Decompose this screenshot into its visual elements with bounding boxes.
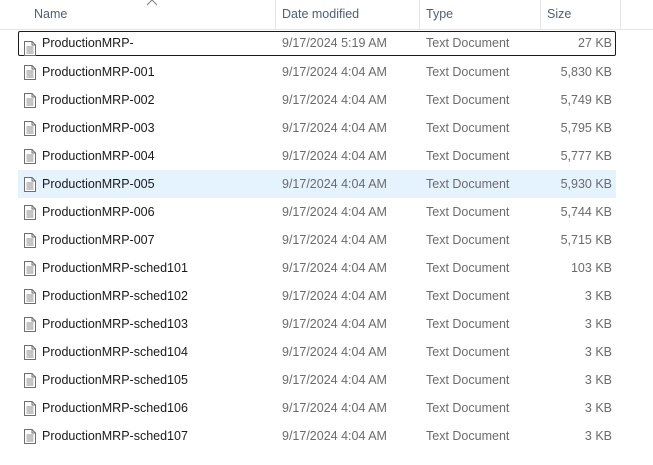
file-row[interactable]: ProductionMRP-004 9/17/2024 4:04 AM Text… (0, 142, 653, 170)
file-date-modified: 9/17/2024 4:04 AM (282, 205, 387, 219)
text-document-icon (24, 345, 36, 360)
file-list: ProductionMRP- 9/17/2024 5:19 AM Text Do… (0, 30, 653, 450)
file-row[interactable]: ProductionMRP- 9/17/2024 5:19 AM Text Do… (18, 31, 616, 56)
file-type: Text Document (426, 149, 510, 163)
file-size: 5,749 KB (560, 93, 612, 107)
file-size: 5,777 KB (560, 149, 612, 163)
file-explorer-details-view: Name Date modified Type Size ProductionM… (0, 0, 653, 465)
text-document-icon (24, 121, 36, 136)
file-name: ProductionMRP-sched106 (42, 401, 188, 415)
file-type: Text Document (426, 373, 510, 387)
file-date-modified: 9/17/2024 4:04 AM (282, 289, 387, 303)
text-document-icon (24, 401, 36, 416)
file-row[interactable]: ProductionMRP-sched101 9/17/2024 4:04 AM… (0, 254, 653, 282)
file-date-modified: 9/17/2024 4:04 AM (282, 65, 387, 79)
file-row[interactable]: ProductionMRP-002 9/17/2024 4:04 AM Text… (0, 86, 653, 114)
file-size: 5,830 KB (560, 65, 612, 79)
file-row[interactable]: ProductionMRP-sched105 9/17/2024 4:04 AM… (0, 366, 653, 394)
file-type: Text Document (426, 177, 510, 191)
file-date-modified: 9/17/2024 4:04 AM (282, 177, 387, 191)
file-name: ProductionMRP-002 (42, 93, 155, 107)
file-size: 3 KB (584, 373, 612, 387)
text-document-icon (24, 205, 36, 220)
file-name: ProductionMRP-sched103 (42, 317, 188, 331)
file-name: ProductionMRP-sched107 (42, 429, 188, 443)
file-size: 3 KB (584, 401, 612, 415)
file-row[interactable]: ProductionMRP-sched106 9/17/2024 4:04 AM… (0, 394, 653, 422)
file-type: Text Document (426, 93, 510, 107)
text-document-icon (24, 429, 36, 444)
file-date-modified: 9/17/2024 4:04 AM (282, 149, 387, 163)
file-size: 3 KB (584, 289, 612, 303)
text-document-icon (24, 177, 36, 192)
text-document-icon (24, 149, 36, 164)
file-date-modified: 9/17/2024 4:04 AM (282, 93, 387, 107)
file-name: ProductionMRP-sched102 (42, 289, 188, 303)
text-document-icon (24, 373, 36, 388)
file-name: ProductionMRP-sched101 (42, 261, 188, 275)
file-type: Text Document (426, 429, 510, 443)
file-name: ProductionMRP- (42, 36, 134, 50)
file-size: 5,744 KB (560, 205, 612, 219)
column-divider[interactable] (620, 0, 621, 29)
file-size: 103 KB (570, 261, 612, 275)
file-name: ProductionMRP-004 (42, 149, 155, 163)
text-document-icon (24, 289, 36, 304)
text-document-icon (24, 93, 36, 108)
file-type: Text Document (426, 233, 510, 247)
column-header-date-modified[interactable]: Date modified (275, 0, 419, 29)
file-size: 5,715 KB (560, 233, 612, 247)
file-name: ProductionMRP-sched105 (42, 373, 188, 387)
file-date-modified: 9/17/2024 4:04 AM (282, 121, 387, 135)
file-row[interactable]: ProductionMRP-001 9/17/2024 4:04 AM Text… (0, 58, 653, 86)
file-date-modified: 9/17/2024 4:04 AM (282, 233, 387, 247)
file-date-modified: 9/17/2024 4:04 AM (282, 317, 387, 331)
column-header-bar: Name Date modified Type Size (0, 0, 653, 30)
file-row[interactable]: ProductionMRP-sched104 9/17/2024 4:04 AM… (0, 338, 653, 366)
column-header-name[interactable]: Name (27, 0, 275, 29)
file-row[interactable]: ProductionMRP-005 9/17/2024 4:04 AM Text… (18, 170, 616, 198)
file-date-modified: 9/17/2024 4:04 AM (282, 345, 387, 359)
file-type: Text Document (426, 65, 510, 79)
file-row[interactable]: ProductionMRP-006 9/17/2024 4:04 AM Text… (0, 198, 653, 226)
file-type: Text Document (426, 121, 510, 135)
file-size: 3 KB (584, 345, 612, 359)
file-date-modified: 9/17/2024 4:04 AM (282, 401, 387, 415)
file-date-modified: 9/17/2024 4:04 AM (282, 261, 387, 275)
file-row[interactable]: ProductionMRP-sched107 9/17/2024 4:04 AM… (0, 422, 653, 450)
file-row[interactable]: ProductionMRP-003 9/17/2024 4:04 AM Text… (0, 114, 653, 142)
file-type: Text Document (426, 317, 510, 331)
file-type: Text Document (426, 261, 510, 275)
file-type: Text Document (426, 36, 510, 50)
file-name: ProductionMRP-001 (42, 65, 155, 79)
file-size: 3 KB (584, 317, 612, 331)
file-name: ProductionMRP-006 (42, 205, 155, 219)
file-name: ProductionMRP-005 (42, 177, 155, 191)
file-row[interactable]: ProductionMRP-sched103 9/17/2024 4:04 AM… (0, 310, 653, 338)
file-type: Text Document (426, 205, 510, 219)
file-name: ProductionMRP-sched104 (42, 345, 188, 359)
file-name: ProductionMRP-003 (42, 121, 155, 135)
file-type: Text Document (426, 401, 510, 415)
file-size: 27 KB (577, 36, 612, 50)
file-date-modified: 9/17/2024 4:04 AM (282, 373, 387, 387)
file-date-modified: 9/17/2024 4:04 AM (282, 429, 387, 443)
file-name: ProductionMRP-007 (42, 233, 155, 247)
column-header-type[interactable]: Type (419, 0, 540, 29)
text-document-icon (24, 261, 36, 276)
file-size: 3 KB (584, 429, 612, 443)
file-type: Text Document (426, 289, 510, 303)
file-date-modified: 9/17/2024 5:19 AM (282, 36, 387, 50)
file-size: 5,930 KB (560, 177, 612, 191)
file-size: 5,795 KB (560, 121, 612, 135)
text-document-icon (24, 65, 36, 80)
text-document-icon (24, 233, 36, 248)
text-document-icon (24, 317, 36, 332)
file-row[interactable]: ProductionMRP-sched102 9/17/2024 4:04 AM… (0, 282, 653, 310)
file-row[interactable]: ProductionMRP-007 9/17/2024 4:04 AM Text… (0, 226, 653, 254)
column-header-size[interactable]: Size (540, 0, 620, 29)
file-type: Text Document (426, 345, 510, 359)
